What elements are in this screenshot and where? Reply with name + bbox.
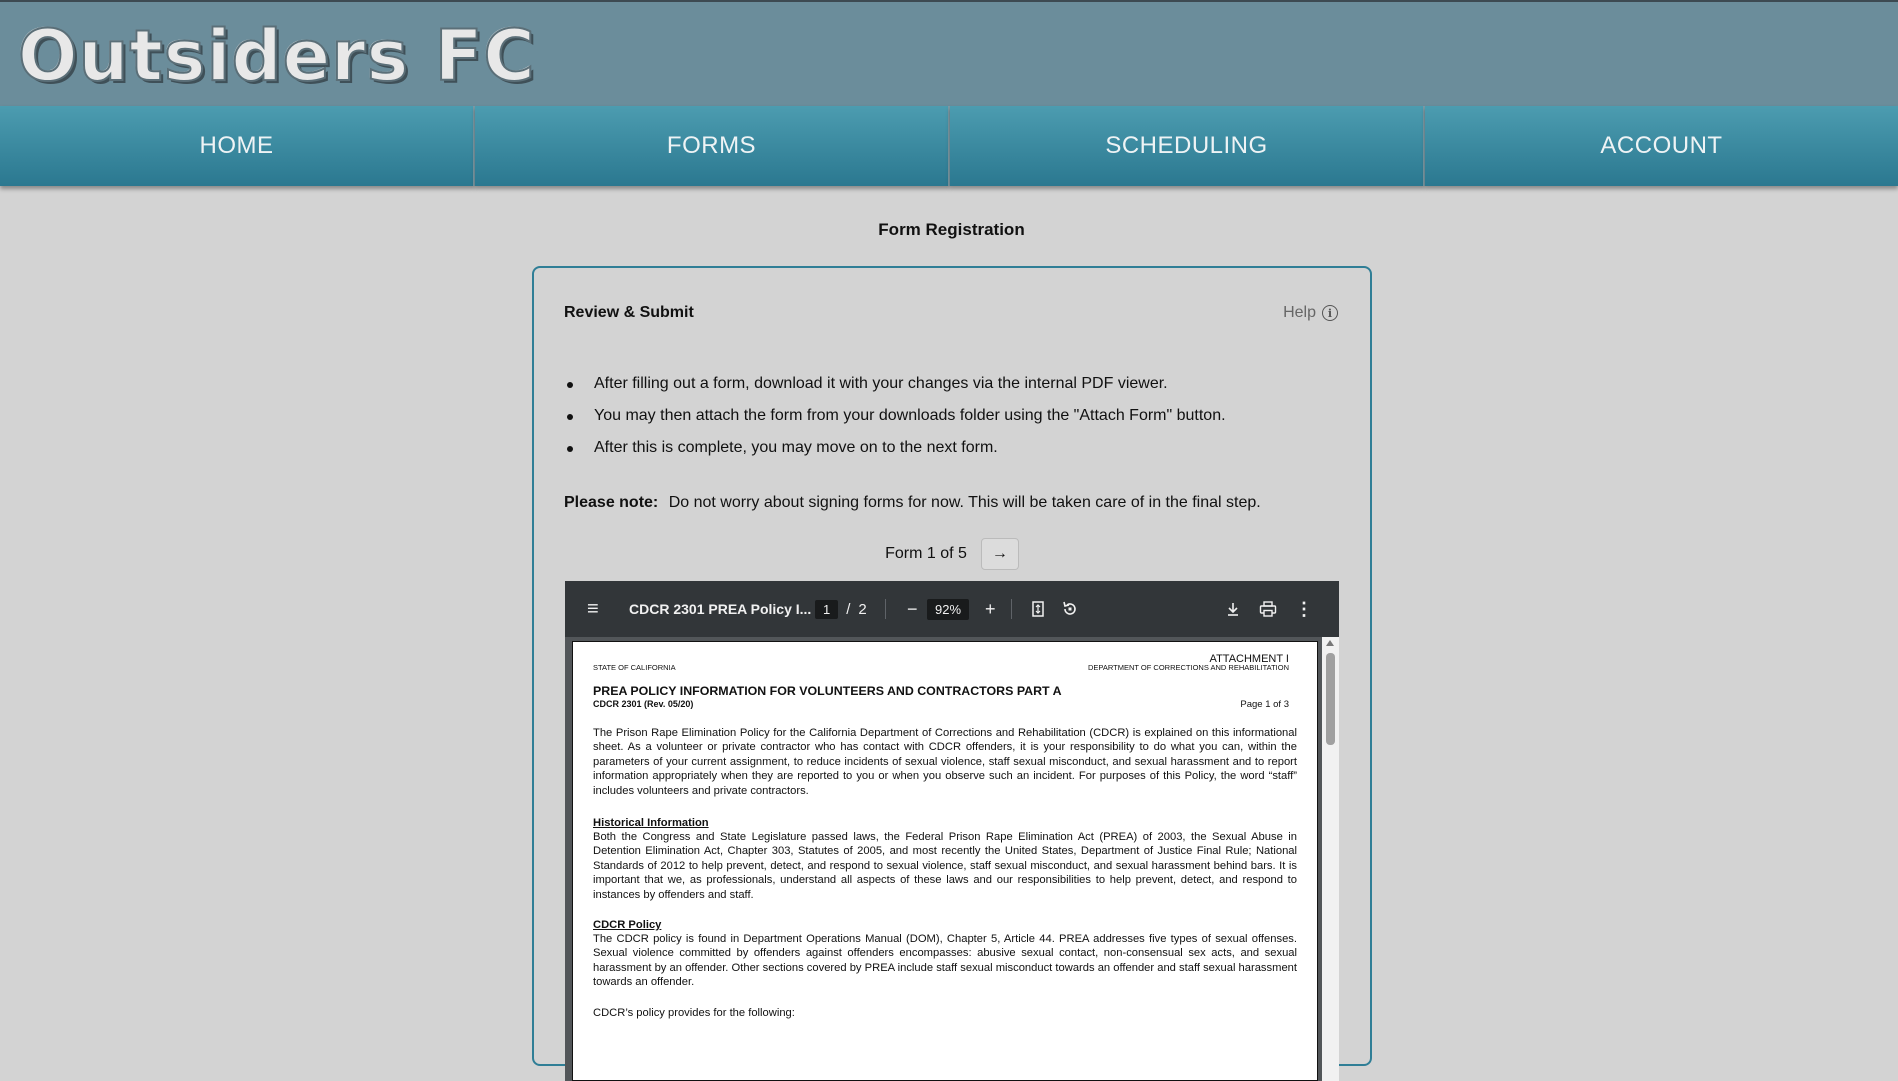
scroll-up-icon[interactable] <box>1326 640 1334 646</box>
help-button[interactable]: Help i <box>1283 304 1338 322</box>
doc-form-number: CDCR 2301 (Rev. 05/20) <box>593 699 694 709</box>
note-label: Please note: <box>564 494 659 511</box>
list-item: You may then attach the form from your d… <box>564 406 1226 438</box>
zoom-out-icon[interactable]: − <box>907 581 918 637</box>
arrow-right-icon: → <box>991 545 1008 562</box>
note: Please note: Do not worry about signing … <box>564 494 1261 512</box>
zoom-input[interactable]: 92% <box>927 598 970 620</box>
nav-home[interactable]: HOME <box>0 106 475 186</box>
list-item: After filling out a form, download it wi… <box>564 374 1226 406</box>
pdf-page: ATTACHMENT I STATE OF CALIFORNIA DEPARTM… <box>572 641 1318 1081</box>
fit-page-icon[interactable] <box>1031 581 1045 637</box>
pdf-filename: CDCR 2301 PREA Policy I... <box>629 601 812 617</box>
nav-account[interactable]: ACCOUNT <box>1425 106 1898 186</box>
rotate-icon[interactable] <box>1061 581 1079 637</box>
doc-section-heading: Historical Information <box>593 817 709 829</box>
note-text: Do not worry about signing forms for now… <box>668 494 1261 511</box>
pdf-toolbar: ≡ CDCR 2301 PREA Policy I... 1 / 2 − 92%… <box>565 581 1339 637</box>
main-nav: HOME FORMS SCHEDULING ACCOUNT <box>0 106 1898 186</box>
doc-page-label: Page 1 of 3 <box>1240 699 1289 710</box>
menu-icon[interactable]: ≡ <box>587 581 599 637</box>
doc-section-text: Both the Congress and State Legislature … <box>593 831 1297 901</box>
pdf-viewer: ≡ CDCR 2301 PREA Policy I... 1 / 2 − 92%… <box>565 581 1339 1081</box>
page-title: Form Registration <box>878 220 1025 239</box>
toolbar-divider <box>1011 599 1012 619</box>
doc-provides-text: CDCR’s policy provides for the following… <box>593 1007 795 1019</box>
total-pages: 2 <box>858 600 867 618</box>
next-form-button[interactable]: → <box>980 538 1019 570</box>
doc-intro: The Prison Rape Elimination Policy for t… <box>593 727 1297 797</box>
more-options-icon[interactable]: ⋮ <box>1295 581 1313 637</box>
pdf-scrollbar[interactable] <box>1322 637 1339 1081</box>
zoom-in-icon[interactable]: + <box>985 581 996 637</box>
review-submit-card: Review & Submit Help i After filling out… <box>532 266 1372 1081</box>
toolbar-divider <box>885 599 886 619</box>
page-number-input[interactable]: 1 <box>815 599 839 619</box>
site-logo[interactable]: Outsiders FC <box>17 15 536 97</box>
card-title: Review & Submit <box>564 304 694 321</box>
doc-title: PREA POLICY INFORMATION FOR VOLUNTEERS A… <box>593 684 1062 698</box>
download-icon[interactable] <box>1225 581 1241 637</box>
info-icon: i <box>1322 305 1338 321</box>
print-icon[interactable] <box>1259 581 1277 637</box>
help-label: Help <box>1283 304 1316 321</box>
page-separator: / <box>846 600 851 618</box>
nav-forms[interactable]: FORMS <box>475 106 950 186</box>
site-header: Outsiders FC <box>0 0 1898 106</box>
pager-text: Form 1 of 5 <box>885 545 967 562</box>
doc-section-text: The CDCR policy is found in Department O… <box>593 933 1297 989</box>
form-pager: Form 1 of 5 → <box>534 538 1370 570</box>
zoom-level: 92% <box>927 581 970 637</box>
list-item: After this is complete, you may move on … <box>564 438 1226 470</box>
scroll-thumb[interactable] <box>1326 653 1335 745</box>
doc-section-heading: CDCR Policy <box>593 919 662 931</box>
doc-state: STATE OF CALIFORNIA <box>593 663 676 672</box>
page-indicator: 1 / 2 <box>815 581 867 637</box>
nav-scheduling[interactable]: SCHEDULING <box>950 106 1425 186</box>
doc-department: DEPARTMENT OF CORRECTIONS AND REHABILITA… <box>1088 663 1289 672</box>
instructions-list: After filling out a form, download it wi… <box>564 374 1226 470</box>
